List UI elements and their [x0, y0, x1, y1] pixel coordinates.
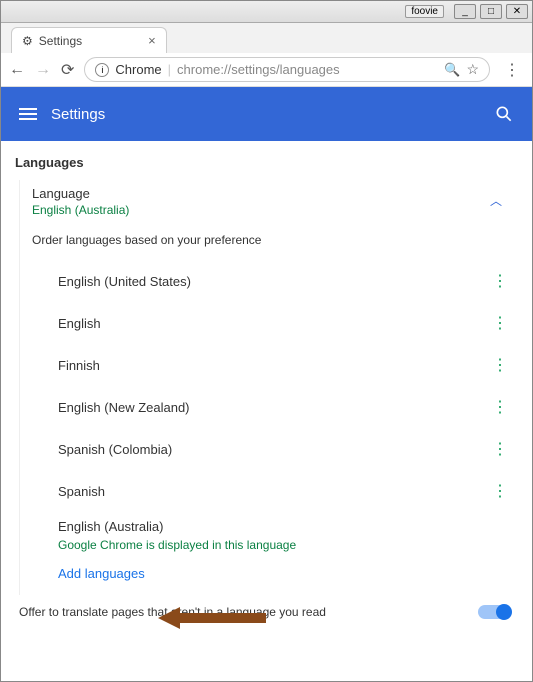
back-button[interactable]: ← [9, 61, 25, 79]
translate-row: Offer to translate pages that aren't in … [1, 595, 532, 629]
item-menu-icon[interactable]: ⋮ [492, 316, 508, 332]
tab-title: Settings [39, 34, 82, 48]
settings-header: Settings [1, 87, 532, 141]
languages-section-heading: Languages [1, 141, 532, 180]
item-menu-icon[interactable]: ⋮ [492, 442, 508, 458]
order-label: Order languages based on your preference [32, 219, 522, 261]
language-expand-row[interactable]: Language English (Australia) ︿ [32, 180, 522, 219]
chevron-up-icon: ︿ [480, 186, 512, 215]
page-title: Settings [51, 106, 494, 123]
omnibox[interactable]: i Chrome | chrome://settings/languages 🔍… [84, 57, 490, 82]
bookmark-star-icon[interactable]: ☆ [466, 61, 479, 78]
languages-card: Language English (Australia) ︿ Order lan… [19, 180, 522, 595]
list-item: Finnish ⋮ [58, 345, 522, 387]
add-languages-link[interactable]: Add languages [32, 558, 522, 595]
reload-button[interactable]: ⟳ [61, 60, 74, 80]
site-info-icon[interactable]: i [95, 63, 109, 77]
translate-label: Offer to translate pages that aren't in … [19, 605, 326, 619]
tab-settings[interactable]: ⚙ Settings × [11, 27, 167, 53]
url-scheme-label: Chrome [115, 62, 161, 77]
content-area[interactable]: Languages Language English (Australia) ︿… [1, 141, 532, 681]
hamburger-menu-icon[interactable] [19, 108, 37, 120]
minimize-button[interactable]: _ [454, 4, 476, 19]
tab-strip: ⚙ Settings × [1, 23, 532, 53]
close-tab-icon[interactable]: × [148, 33, 156, 48]
translate-toggle[interactable] [478, 605, 510, 619]
window-titlebar: foovie _ □ ✕ [1, 1, 532, 23]
close-window-button[interactable]: ✕ [506, 4, 528, 19]
list-item: English (Australia) Google Chrome is dis… [58, 513, 522, 558]
nav-toolbar: ← → ⟳ i Chrome | chrome://settings/langu… [1, 53, 532, 87]
list-item: English (New Zealand) ⋮ [58, 387, 522, 429]
foovie-badge: foovie [405, 5, 444, 18]
item-menu-icon[interactable]: ⋮ [492, 484, 508, 500]
chrome-menu-button[interactable]: ⋮ [500, 60, 524, 80]
search-icon[interactable] [494, 104, 514, 124]
list-item: English ⋮ [58, 303, 522, 345]
list-item: English (United States) ⋮ [58, 261, 522, 303]
language-row-subtitle: English (Australia) [32, 203, 129, 217]
display-language-note: Google Chrome is displayed in this langu… [58, 538, 296, 552]
item-menu-icon[interactable]: ⋮ [492, 400, 508, 416]
zoom-icon[interactable]: 🔍 [444, 62, 460, 78]
maximize-button[interactable]: □ [480, 4, 502, 19]
language-list: English (United States) ⋮ English ⋮ Finn… [32, 261, 522, 558]
item-menu-icon[interactable]: ⋮ [492, 274, 508, 290]
list-item: Spanish (Colombia) ⋮ [58, 429, 522, 471]
forward-button[interactable]: → [35, 61, 51, 79]
item-menu-icon[interactable]: ⋮ [492, 358, 508, 374]
gear-icon: ⚙ [22, 34, 33, 48]
language-row-title: Language [32, 186, 129, 201]
url-text: chrome://settings/languages [177, 62, 438, 77]
list-item: Spanish ⋮ [58, 471, 522, 513]
